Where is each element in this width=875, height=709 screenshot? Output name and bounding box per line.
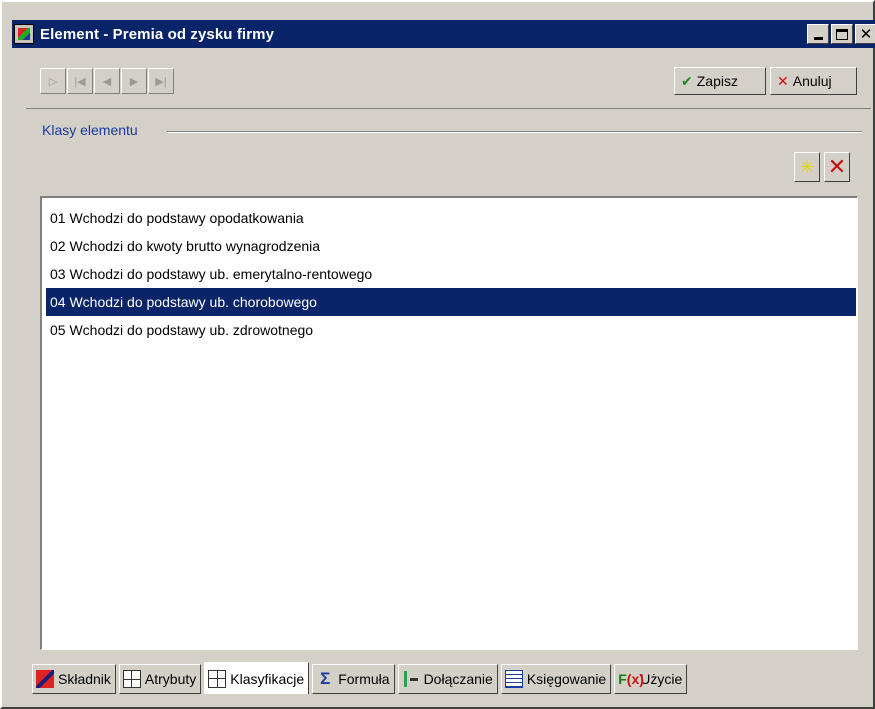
tab-formula[interactable]: Σ Formuła bbox=[312, 664, 395, 694]
tab-dolaczanie[interactable]: Dołączanie bbox=[397, 664, 498, 694]
cross-icon: ✕ bbox=[777, 72, 789, 89]
list-item[interactable]: 05 Wchodzi do podstawy ub. zdrowotnego bbox=[46, 316, 856, 344]
first-record-icon: |◀ bbox=[74, 75, 86, 88]
cancel-label: Anuluj bbox=[792, 73, 832, 89]
list-item[interactable]: 01 Wchodzi do podstawy opodatkowania bbox=[46, 204, 856, 232]
klasyfikacje-icon bbox=[208, 669, 227, 688]
minimize-button[interactable] bbox=[807, 24, 829, 44]
tab-label: Księgowanie bbox=[526, 671, 607, 687]
list-item-selected[interactable]: 04 Wchodzi do podstawy ub. chorobowego bbox=[46, 288, 856, 316]
checkmark-icon: ✔ bbox=[681, 72, 693, 89]
new-record-icon: ▷ bbox=[48, 75, 58, 88]
atrybuty-icon bbox=[122, 670, 141, 688]
tab-label: Klasyfikacje bbox=[230, 670, 305, 687]
add-star-icon: ✳ bbox=[799, 157, 815, 177]
add-class-button[interactable]: ✳ bbox=[794, 152, 820, 182]
tab-klasyfikacje[interactable]: Klasyfikacje bbox=[204, 662, 310, 694]
app-icon bbox=[14, 24, 34, 44]
tab-label: Użycie bbox=[640, 671, 683, 687]
last-record-button[interactable]: ▶| bbox=[148, 68, 174, 94]
close-button[interactable]: ✕ bbox=[855, 24, 875, 44]
new-record-button[interactable]: ▷ bbox=[40, 68, 66, 94]
delete-icon: ✕ bbox=[827, 154, 847, 179]
skladnik-icon bbox=[36, 670, 54, 688]
last-record-icon: ▶| bbox=[155, 75, 167, 88]
tab-atrybuty[interactable]: Atrybuty bbox=[118, 664, 202, 694]
tab-ksiegowanie[interactable]: Księgowanie bbox=[500, 664, 612, 694]
application-window: Element - Premia od zysku firmy ✕ ▷ |◀ ◀… bbox=[0, 0, 875, 709]
classes-listbox[interactable]: 01 Wchodzi do podstawy opodatkowania 02 … bbox=[40, 196, 858, 650]
list-item[interactable]: 02 Wchodzi do kwoty brutto wynagrodzenia bbox=[46, 232, 856, 260]
maximize-button[interactable] bbox=[831, 24, 853, 44]
groupbox-divider bbox=[167, 131, 862, 133]
first-record-button[interactable]: |◀ bbox=[67, 68, 93, 94]
tab-label: Składnik bbox=[58, 671, 111, 687]
next-record-icon: ▶ bbox=[129, 75, 139, 88]
window-title: Element - Premia od zysku firmy bbox=[40, 25, 275, 43]
next-record-button[interactable]: ▶ bbox=[121, 68, 147, 94]
delete-class-button[interactable]: ✕ bbox=[824, 152, 850, 182]
prev-record-button[interactable]: ◀ bbox=[94, 68, 120, 94]
tab-label: Dołączanie bbox=[423, 671, 493, 687]
groupbox-title: Klasy elementu bbox=[42, 122, 144, 138]
window-controls: ✕ bbox=[805, 24, 875, 44]
save-button[interactable]: ✔ Zapisz bbox=[674, 67, 766, 95]
ledger-icon bbox=[504, 670, 523, 688]
tab-skladnik[interactable]: Składnik bbox=[32, 664, 116, 694]
title-bar[interactable]: Element - Premia od zysku firmy ✕ bbox=[12, 20, 875, 48]
tab-bar: Składnik Atrybuty Klasyfikacje Σ Formuła… bbox=[32, 662, 690, 694]
tab-label: Atrybuty bbox=[144, 671, 197, 687]
tab-uzycie[interactable]: F(x) Użycie bbox=[614, 664, 688, 694]
save-label: Zapisz bbox=[696, 73, 738, 89]
fx-icon: F(x) bbox=[618, 671, 644, 687]
record-navigator: ▷ |◀ ◀ ▶ ▶| bbox=[40, 68, 175, 94]
tab-label: Formuła bbox=[338, 671, 390, 687]
cancel-button[interactable]: ✕ Anuluj bbox=[770, 67, 857, 95]
sigma-icon: Σ bbox=[320, 669, 331, 688]
minimize-icon bbox=[813, 36, 823, 40]
close-icon: ✕ bbox=[859, 25, 873, 43]
link-icon bbox=[402, 670, 420, 688]
maximize-icon bbox=[836, 28, 848, 40]
prev-record-icon: ◀ bbox=[102, 75, 112, 88]
list-item[interactable]: 03 Wchodzi do podstawy ub. emerytalno-re… bbox=[46, 260, 856, 288]
